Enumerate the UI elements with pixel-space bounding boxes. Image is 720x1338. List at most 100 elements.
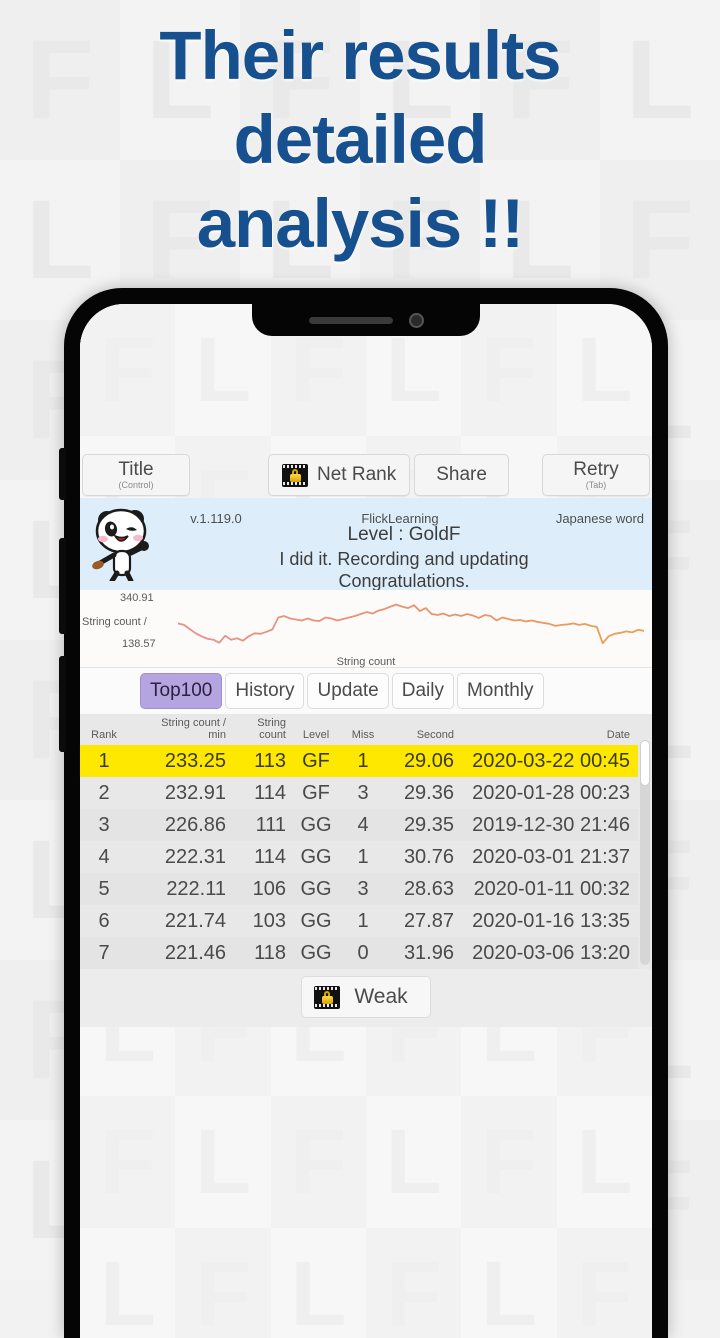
cell-count: 113 [232,745,290,778]
cell-level: GG [290,905,342,938]
cell-count: 106 [232,873,290,906]
mute-switch-button[interactable] [59,448,66,500]
table-scrollbar-thumb[interactable] [640,740,650,786]
table-header-row: Rank String count / min String count Lev… [80,714,638,746]
cell-miss: 3 [342,873,384,906]
cell-miss: 1 [342,905,384,938]
column-header-miss: Miss [342,714,384,746]
result-message-line-1: I did it. Recording and updating [279,549,529,569]
cell-second: 31.96 [384,937,458,970]
cell-date: 2020-01-11 00:32 [458,873,638,906]
lock-icon [289,468,301,482]
column-header-count: String count [232,714,290,746]
cell-cpm: 232.91 [128,777,232,810]
table-row[interactable]: 6 221.74 103 GG 1 27.87 2020-01-16 13:35 [80,905,638,938]
table-row[interactable]: 3 226.86 111 GG 4 29.35 2019-12-30 21:46 [80,809,638,842]
cell-level: GG [290,809,342,842]
page-title: Their results detailed analysis !! [0,14,720,267]
bottom-bar: Weak [80,969,652,1028]
tab-monthly[interactable]: Monthly [456,673,544,709]
net-rank-button[interactable]: Net Rank [268,454,411,496]
chart-y-max-label: 340.91 [120,592,154,604]
app-container: Title (Control) Net Rank Share Retry (Ta… [80,452,652,1028]
cell-cpm: 226.86 [128,809,232,842]
cell-second: 27.87 [384,905,458,938]
cell-rank: 1 [80,745,128,778]
cell-cpm: 233.25 [128,745,232,778]
column-header-cpm-line2: min [208,729,226,742]
title-button-label: Title [118,459,154,481]
title-button[interactable]: Title (Control) [82,454,190,496]
column-header-rank: Rank [80,714,128,746]
headline-line-3: analysis !! [196,185,525,263]
retry-button-label: Retry [573,459,619,481]
retry-button[interactable]: Retry (Tab) [542,454,650,496]
cell-date: 2020-03-06 13:20 [458,937,638,970]
film-lock-icon [282,463,308,487]
cell-rank: 6 [80,905,128,938]
weak-button[interactable]: Weak [301,976,431,1019]
weak-button-label: Weak [354,985,408,1009]
table-row[interactable]: 4 222.31 114 GG 1 30.76 2020-03-01 21:37 [80,841,638,874]
cell-second: 29.35 [384,809,458,842]
ranking-table: Rank String count / min String count Lev… [80,714,638,970]
performance-chart: 340.91 String count / 138.57 String coun… [80,590,652,668]
table-row[interactable]: 7 221.46 118 GG 0 31.96 2020-03-06 13:20 [80,937,638,970]
table-scrollbar[interactable] [640,740,650,966]
tab-daily[interactable]: Daily [391,673,454,709]
share-button[interactable]: Share [414,454,509,496]
table-row[interactable]: 5 222.11 106 GG 3 28.63 2020-01-11 00:32 [80,873,638,906]
volume-down-button[interactable] [59,656,66,752]
volume-up-button[interactable] [59,538,66,634]
cell-miss: 4 [342,809,384,842]
title-button-sublabel: (Control) [118,479,154,490]
headline-line-2: detailed [233,101,488,179]
cell-cpm: 221.46 [128,937,232,970]
chart-line-series [178,603,644,645]
cell-level: GF [290,777,342,810]
cell-second: 30.76 [384,841,458,874]
app-version: v.1.119.0 [190,511,242,526]
cell-level: GG [290,937,342,970]
tab-history[interactable]: History [225,673,305,709]
cell-date: 2020-01-16 13:35 [458,905,638,938]
chart-y-min-label: 138.57 [122,638,156,650]
cell-level: GG [290,873,342,906]
share-button-label: Share [436,464,487,486]
column-header-level: Level [290,714,342,746]
table-body: 1 233.25 113 GF 1 29.06 2020-03-22 00:45 2 232.9… [80,745,638,970]
cell-rank: 3 [80,809,128,842]
cell-cpm: 222.11 [128,873,232,906]
film-lock-icon [314,985,341,1009]
cell-miss: 0 [342,937,384,970]
front-camera-icon [408,312,424,328]
cell-rank: 4 [80,841,128,874]
result-info-banner: v.1.119.0 FlickLearning Japanese word Le… [80,498,652,591]
cell-cpm: 221.74 [128,905,232,938]
headline-line-1: Their results [159,17,561,94]
column-header-cpm-line1: String count / [161,717,226,729]
cell-count: 111 [232,809,290,842]
tab-top100[interactable]: Top100 [140,673,223,709]
cell-date: 2020-03-22 00:45 [458,745,638,778]
cell-level: GG [290,841,342,874]
level-text: Level : GoldF [347,524,461,545]
top-toolbar: Title (Control) Net Rank Share Retry (Ta… [80,452,652,498]
cell-miss: 1 [342,745,384,778]
tab-update[interactable]: Update [307,673,389,709]
panda-mascot-icon [92,508,149,581]
column-header-second: Second [384,714,458,746]
phone-screen: FLFLFLLFLFLFFLFLFLLFLFLFFLFLFLLFLFLFFLFL… [80,304,652,1338]
lock-icon [321,990,333,1004]
chart-x-axis-label: String count [336,656,396,668]
retry-button-sublabel: (Tab) [585,479,607,490]
cell-second: 29.06 [384,745,458,778]
table-row[interactable]: 2 232.91 114 GF 3 29.36 2020-01-28 00:23 [80,777,638,810]
table-row[interactable]: 1 233.25 113 GF 1 29.06 2020-03-22 00:45 [80,745,638,778]
chart-y-axis-label: String count / [82,616,147,628]
phone-mockup: FLFLFLLFLFLFFLFLFLLFLFLFFLFLFLLFLFLFFLFL… [59,288,668,1338]
cell-rank: 2 [80,777,128,810]
cell-level: GF [290,745,342,778]
cell-date: 2019-12-30 21:46 [458,809,638,842]
column-header-date: Date [458,714,638,746]
